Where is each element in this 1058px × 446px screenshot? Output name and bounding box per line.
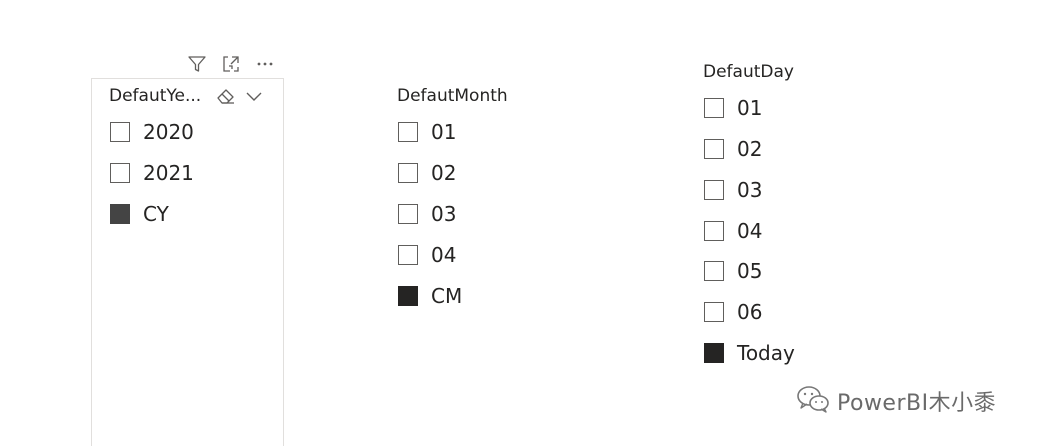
slicer-item-03[interactable]: 03	[704, 177, 762, 203]
slicer-item-today[interactable]: Today	[704, 340, 795, 366]
slicer-item-label: 02	[431, 161, 457, 185]
slicer-item-01[interactable]: 01	[704, 95, 762, 121]
slicer-item-label: 03	[737, 178, 763, 202]
slicer-item-label: CY	[143, 202, 169, 226]
slicer-item-label: 2021	[143, 161, 194, 185]
slicer-item-cm[interactable]: CM	[398, 283, 462, 309]
slicer-item-2021[interactable]: 2021	[110, 160, 194, 186]
slicer-item-label: Today	[737, 341, 795, 365]
visual-header	[186, 53, 276, 75]
checkbox[interactable]	[110, 163, 130, 183]
slicer-item-label: 06	[737, 300, 763, 324]
chevron-down-icon[interactable]	[243, 85, 265, 107]
checkbox[interactable]	[704, 261, 724, 281]
slicer-item-2020[interactable]: 2020	[110, 119, 194, 145]
checkbox[interactable]	[398, 204, 418, 224]
month-slicer-title: DefautMonth	[397, 86, 508, 106]
checkbox[interactable]	[398, 163, 418, 183]
slicer-item-06[interactable]: 06	[704, 299, 762, 325]
focus-mode-icon[interactable]	[220, 53, 242, 75]
day-slicer-title: DefautDay	[703, 62, 794, 82]
checkbox[interactable]	[398, 245, 418, 265]
checkbox[interactable]	[110, 122, 130, 142]
checkbox[interactable]	[398, 122, 418, 142]
more-options-icon[interactable]	[254, 53, 276, 75]
slicer-item-02[interactable]: 02	[398, 160, 456, 186]
year-slicer-tools	[215, 85, 265, 107]
checkbox-checked[interactable]	[704, 343, 724, 363]
slicer-item-label: 05	[737, 259, 763, 283]
year-slicer-title: DefautYe...	[109, 86, 202, 106]
slicer-item-label: 2020	[143, 120, 194, 144]
checkbox-checked[interactable]	[110, 204, 130, 224]
slicer-item-01[interactable]: 01	[398, 119, 456, 145]
checkbox[interactable]	[704, 180, 724, 200]
slicer-item-label: 01	[737, 96, 763, 120]
slicer-item-05[interactable]: 05	[704, 258, 762, 284]
slicer-item-04[interactable]: 04	[704, 218, 762, 244]
checkbox[interactable]	[704, 98, 724, 118]
slicer-item-label: 04	[737, 219, 763, 243]
checkbox-checked[interactable]	[398, 286, 418, 306]
watermark: PowerBI木小黍	[795, 384, 996, 418]
slicer-item-label: CM	[431, 284, 463, 308]
checkbox[interactable]	[704, 139, 724, 159]
slicer-item-03[interactable]: 03	[398, 201, 456, 227]
checkbox[interactable]	[704, 302, 724, 322]
eraser-icon[interactable]	[215, 85, 237, 107]
watermark-text: PowerBI木小黍	[837, 391, 997, 416]
slicer-item-label: 02	[737, 137, 763, 161]
wechat-icon	[795, 384, 831, 418]
slicer-item-04[interactable]: 04	[398, 242, 456, 268]
slicer-item-cy[interactable]: CY	[110, 201, 169, 227]
filter-icon[interactable]	[186, 53, 208, 75]
slicer-item-label: 03	[431, 202, 457, 226]
slicer-item-label: 01	[431, 120, 457, 144]
slicer-item-label: 04	[431, 243, 457, 267]
checkbox[interactable]	[704, 221, 724, 241]
slicer-item-02[interactable]: 02	[704, 136, 762, 162]
